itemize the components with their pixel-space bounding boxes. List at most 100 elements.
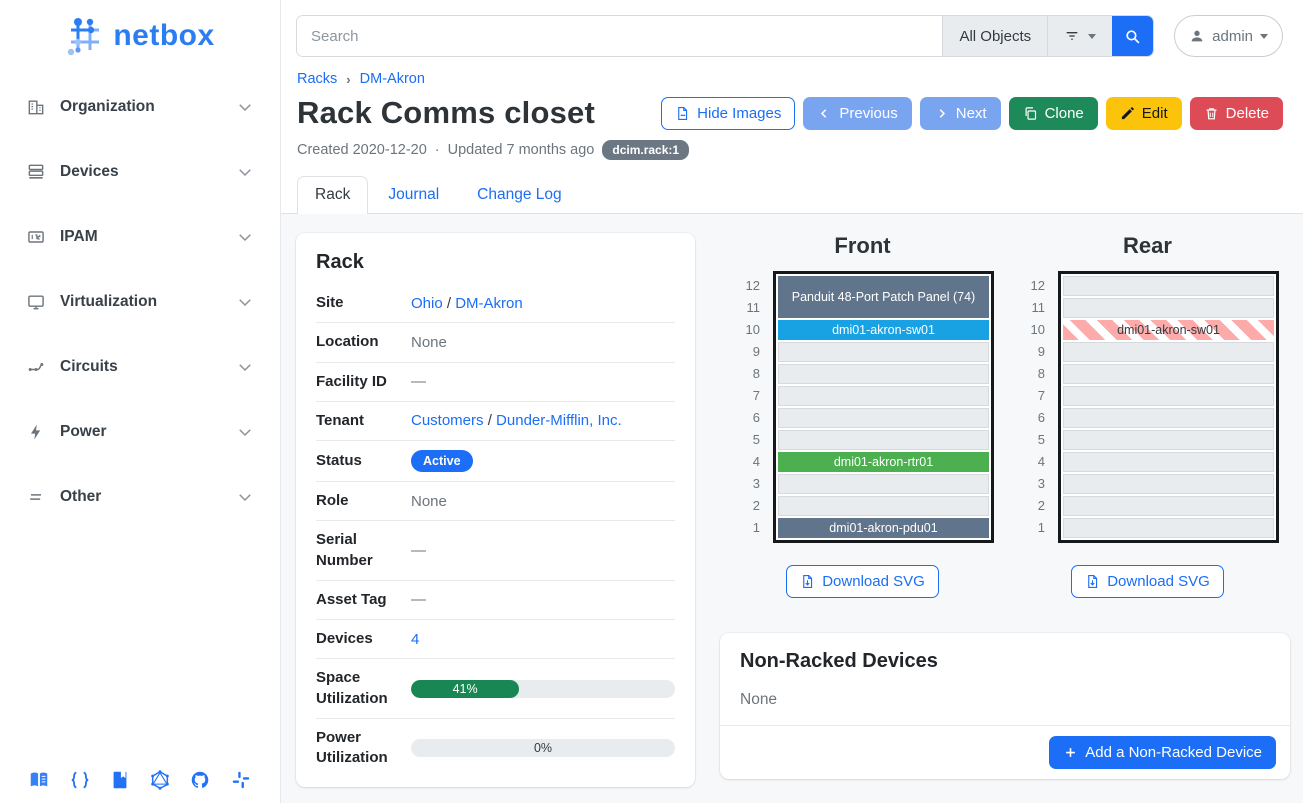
search-submit-button[interactable] [1112, 16, 1153, 56]
attr-row-devices: Devices 4 [316, 619, 675, 658]
sidebar-item-circuits[interactable]: Circuits [18, 346, 262, 388]
site-link[interactable]: Ohio [411, 295, 443, 312]
rack-empty-slot[interactable] [1063, 386, 1274, 406]
sidebar-item-organization[interactable]: Organization [18, 86, 262, 128]
rack-unit-number: 2 [1019, 496, 1045, 516]
tab-rack[interactable]: Rack [297, 176, 368, 214]
download-svg-rear-button[interactable]: Download SVG [1071, 565, 1224, 598]
rack-empty-slot[interactable] [1063, 342, 1274, 362]
breadcrumb-separator-icon: › [346, 72, 350, 87]
rack-unit-number: 6 [734, 408, 760, 428]
add-non-racked-device-button[interactable]: Add a Non-Racked Device [1049, 736, 1276, 769]
rack-empty-slot[interactable] [1063, 430, 1274, 450]
rack-empty-slot[interactable] [778, 386, 989, 406]
chevron-down-icon [236, 293, 254, 311]
user-menu-button[interactable]: admin [1174, 15, 1283, 57]
breadcrumb-dm-akron[interactable]: DM-Akron [360, 71, 425, 87]
attr-row-site: Site Ohio / DM-Akron [316, 284, 675, 322]
asset-tag-value: — [411, 591, 675, 608]
tab-journal[interactable]: Journal [370, 176, 457, 213]
rack-unit-number: 12 [734, 276, 760, 296]
rack-empty-slot[interactable] [1063, 364, 1274, 384]
next-button[interactable]: Next [920, 97, 1001, 130]
rack-unit-number: 10 [1019, 320, 1045, 340]
sidebar-item-label: IPAM [60, 228, 222, 246]
non-racked-devices-panel: Non-Racked Devices None Add a Non-Racked… [720, 633, 1290, 779]
rack-empty-slot[interactable] [1063, 298, 1274, 318]
netbox-logo[interactable]: netbox [0, 10, 280, 74]
rack-empty-slot[interactable] [1063, 518, 1274, 538]
rack-empty-slot[interactable] [778, 408, 989, 428]
rack-empty-slot[interactable] [1063, 496, 1274, 516]
sidebar: netbox Organization Devices IPAM Virtual… [0, 0, 281, 803]
rack-empty-slot[interactable] [778, 364, 989, 384]
tenant-link[interactable]: Dunder-Mifflin, Inc. [496, 412, 622, 429]
rack-unit-number: 4 [734, 452, 760, 472]
trash-icon [1204, 106, 1219, 121]
rack-unit-number: 12 [1019, 276, 1045, 296]
location-value: None [411, 334, 675, 351]
clone-button[interactable]: Clone [1009, 97, 1098, 130]
transit-icon [26, 357, 46, 377]
monitor-icon [26, 292, 46, 312]
search-input[interactable] [297, 16, 942, 56]
rack-empty-slot[interactable] [778, 496, 989, 516]
tenant-group-link[interactable]: Customers [411, 412, 484, 429]
user-name: admin [1212, 28, 1253, 45]
rack-site-link[interactable]: DM-Akron [455, 295, 523, 312]
docs-book-icon[interactable] [28, 769, 50, 791]
rear-title: Rear [1123, 233, 1172, 259]
delete-button[interactable]: Delete [1190, 97, 1283, 130]
chevron-left-icon [817, 106, 832, 121]
topbar: All Objects admin [281, 0, 1303, 57]
sidebar-item-devices[interactable]: Devices [18, 151, 262, 193]
search-filter-button[interactable] [1047, 16, 1112, 56]
rack-grid-front: Panduit 48-Port Patch Panel (74)dmi01-ak… [773, 271, 994, 543]
breadcrumb-racks[interactable]: Racks [297, 71, 337, 87]
status-badge: Active [411, 450, 473, 472]
rack-empty-slot[interactable] [1063, 474, 1274, 494]
updated-text: Updated 7 months ago [448, 142, 595, 158]
edit-button[interactable]: Edit [1106, 97, 1182, 130]
search-scope-button[interactable]: All Objects [942, 16, 1047, 56]
lightning-icon [26, 422, 46, 442]
chevron-down-icon [236, 423, 254, 441]
slack-icon[interactable] [230, 769, 252, 791]
devices-count-link[interactable]: 4 [411, 631, 419, 648]
github-icon[interactable] [189, 769, 211, 791]
journal-book-icon[interactable] [109, 769, 131, 791]
rack-empty-slot[interactable] [1063, 276, 1274, 296]
rack-empty-slot[interactable] [778, 342, 989, 362]
plus-icon [1063, 745, 1078, 760]
sidebar-item-power[interactable]: Power [18, 411, 262, 453]
chevron-down-icon [236, 98, 254, 116]
sidebar-item-virtualization[interactable]: Virtualization [18, 281, 262, 323]
rack-unit-number: 8 [734, 364, 760, 384]
previous-button[interactable]: Previous [803, 97, 911, 130]
download-svg-front-button[interactable]: Download SVG [786, 565, 939, 598]
rack-device[interactable]: dmi01-akron-pdu01 [778, 518, 989, 538]
attr-row-asset-tag: Asset Tag — [316, 580, 675, 619]
rack-empty-slot[interactable] [1063, 408, 1274, 428]
rack-unit-number: 1 [734, 518, 760, 538]
rack-device[interactable]: Panduit 48-Port Patch Panel (74) [778, 276, 989, 318]
rack-device[interactable]: dmi01-akron-sw01 [778, 320, 989, 340]
building-icon [26, 97, 46, 117]
rack-empty-slot[interactable] [1063, 452, 1274, 472]
rack-device[interactable]: dmi01-akron-sw01 [1063, 320, 1274, 340]
action-buttons: Hide Images Previous Next Clone Edit [661, 97, 1283, 130]
rack-empty-slot[interactable] [778, 430, 989, 450]
graphql-icon[interactable] [149, 769, 171, 791]
api-braces-icon[interactable] [69, 769, 91, 791]
rack-elevation-rear: Rear 121110987654321 dmi01-akron-sw01 Do… [1005, 233, 1290, 598]
tab-change-log[interactable]: Change Log [459, 176, 579, 213]
tab-content: Rack Site Ohio / DM-Akron Location None … [281, 213, 1303, 803]
hide-images-button[interactable]: Hide Images [661, 97, 795, 130]
sidebar-item-ipam[interactable]: IPAM [18, 216, 262, 258]
ip-counter-icon [26, 227, 46, 247]
rack-empty-slot[interactable] [778, 474, 989, 494]
serial-value: — [411, 542, 675, 559]
rack-device[interactable]: dmi01-akron-rtr01 [778, 452, 989, 472]
attr-row-location: Location None [316, 322, 675, 361]
sidebar-item-other[interactable]: Other [18, 476, 262, 518]
